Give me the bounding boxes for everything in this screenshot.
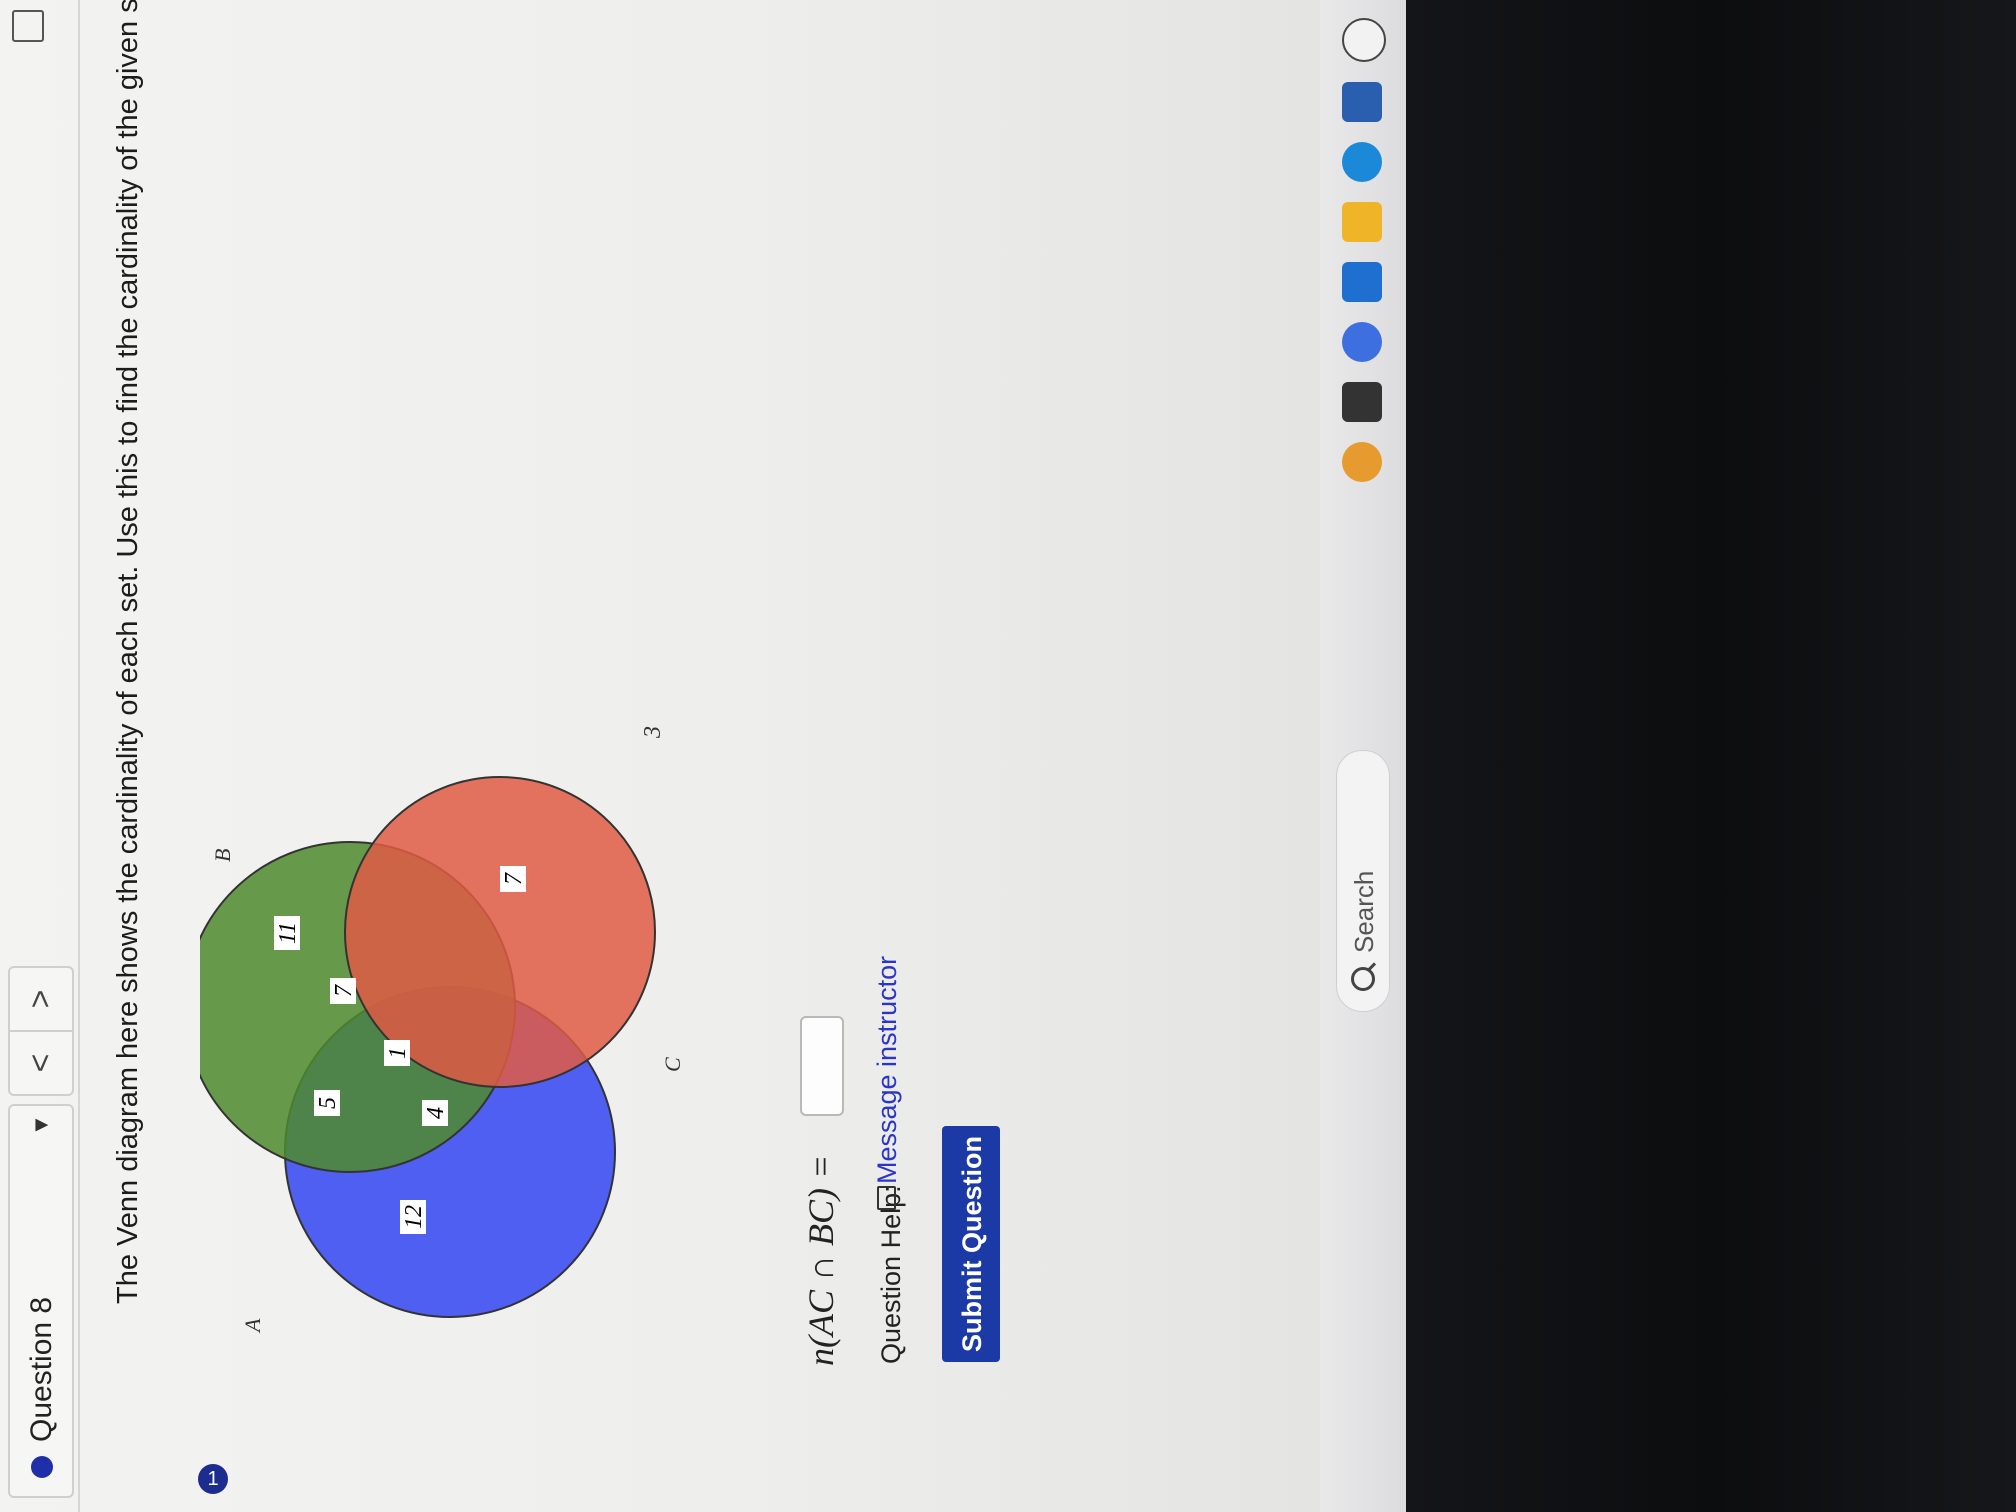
question-label: Question 8 xyxy=(25,1296,58,1442)
question-page: Question 8 ▼ < > The Venn diagram here s… xyxy=(0,0,1320,1512)
status-dot-icon xyxy=(31,1456,53,1478)
edge-icon[interactable] xyxy=(1342,142,1382,182)
region-a-c-only: 4 xyxy=(423,1107,449,1119)
question-prompt: The Venn diagram here shows the cardinal… xyxy=(112,0,144,1304)
venn-diagram: A B C 12 5 11 4 1 7 7 3 xyxy=(200,726,685,1334)
question-number-badge[interactable]: 1 xyxy=(198,1464,228,1494)
question-selector[interactable]: Question 8 ▼ xyxy=(8,1104,74,1498)
taskbar-search[interactable]: Search xyxy=(1336,750,1390,1012)
set-b-label: B xyxy=(210,849,235,862)
chat-icon[interactable] xyxy=(1342,322,1382,362)
region-a-b-c: 1 xyxy=(385,1047,411,1059)
mail-icon xyxy=(877,1186,896,1210)
answer-input[interactable] xyxy=(800,1016,844,1116)
region-c-only: 7 xyxy=(501,872,527,885)
region-a-only: 12 xyxy=(401,1205,427,1229)
dell-icon[interactable] xyxy=(1342,18,1386,62)
region-b-only: 11 xyxy=(275,922,301,944)
search-label: Search xyxy=(1349,870,1379,953)
store-icon[interactable] xyxy=(1342,262,1382,302)
set-c-label: C xyxy=(660,1057,685,1072)
previous-question-button[interactable]: < xyxy=(8,1030,74,1096)
cardinality-expression: n(AC ∩ BC) = xyxy=(801,1154,841,1366)
region-a-b-only: 5 xyxy=(315,1097,341,1109)
monitor-bezel xyxy=(1406,0,2016,1512)
next-question-button[interactable]: > xyxy=(8,966,74,1032)
submit-question-button[interactable]: Submit Question xyxy=(942,1126,1000,1362)
question-help-label: Question Help: xyxy=(876,1185,906,1364)
windows-taskbar: Search xyxy=(1320,0,1406,1512)
set-a-label: A xyxy=(240,1318,265,1334)
region-outside: 3 xyxy=(640,726,666,739)
chevron-down-icon: ▼ xyxy=(28,1114,53,1136)
photo-stage: Question 8 ▼ < > The Venn diagram here s… xyxy=(0,0,2016,1512)
bookmark-icon[interactable] xyxy=(12,10,44,42)
file-explorer-icon[interactable] xyxy=(1342,202,1382,242)
search-icon xyxy=(1351,967,1375,991)
region-b-c-only: 7 xyxy=(331,984,357,997)
app-icon[interactable] xyxy=(1342,82,1382,122)
task-view-icon[interactable] xyxy=(1342,382,1382,422)
message-instructor-link[interactable]: Message instructor xyxy=(872,956,903,1184)
question-toolbar: Question 8 ▼ < > xyxy=(0,0,80,1512)
widgets-icon[interactable] xyxy=(1342,442,1382,482)
